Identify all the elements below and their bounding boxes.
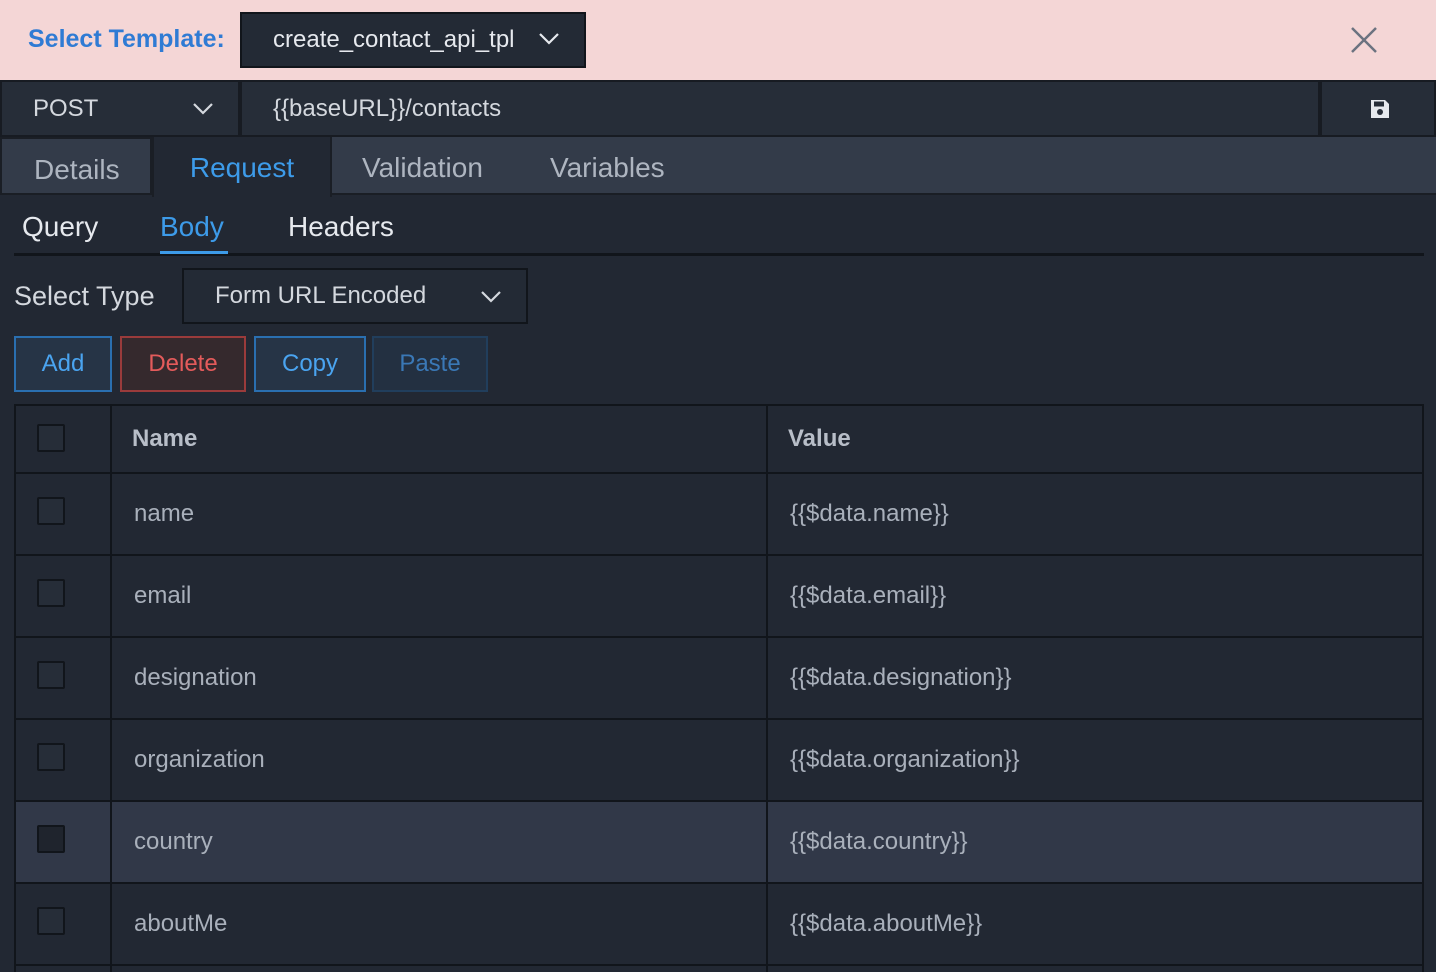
chevron-down-icon <box>193 103 213 115</box>
row-check-cell <box>16 556 112 636</box>
body-type-select[interactable]: Form URL Encoded <box>182 268 528 324</box>
tab-validation[interactable]: Validation <box>362 137 483 195</box>
row-name[interactable]: email <box>112 556 768 636</box>
paste-button[interactable]: Paste <box>372 336 488 392</box>
chevron-down-icon <box>481 291 501 303</box>
table-row[interactable]: email {{$data.email}} <box>16 556 1422 638</box>
row-name[interactable]: country <box>112 802 768 882</box>
column-header-name: Name <box>112 406 768 472</box>
row-checkbox[interactable] <box>37 497 65 525</box>
params-table: Name Value name {{$data.name}} email {{$… <box>14 404 1424 972</box>
row-check-cell <box>16 474 112 554</box>
row-checkbox[interactable] <box>37 579 65 607</box>
row-value[interactable]: {{$data.organization}} <box>768 720 1422 800</box>
tab-details[interactable]: Details <box>0 137 152 195</box>
close-icon[interactable] <box>1348 24 1380 56</box>
row-value[interactable]: {{$data.email}} <box>768 556 1422 636</box>
subtab-query[interactable]: Query <box>22 210 98 244</box>
copy-button[interactable]: Copy <box>254 336 366 392</box>
column-header-value: Value <box>788 425 851 452</box>
template-select-value: create_contact_api_tpl <box>273 26 515 53</box>
method-select[interactable]: POST <box>0 80 240 137</box>
save-button[interactable] <box>1320 80 1436 137</box>
row-value[interactable]: {{$data.aboutMe}} <box>768 884 1422 964</box>
row-check-cell <box>16 966 112 972</box>
select-all-checkbox[interactable] <box>37 424 65 452</box>
template-select[interactable]: create_contact_api_tpl <box>240 12 586 68</box>
save-icon <box>1371 100 1389 118</box>
select-type-label: Select Type <box>14 281 155 311</box>
header-check-cell <box>16 406 112 472</box>
main-tabs: Details Request Validation Variables <box>0 137 1436 197</box>
row-name-empty <box>112 966 768 972</box>
row-value[interactable]: {{$data.designation}} <box>768 638 1422 718</box>
table-row[interactable]: name {{$data.name}} <box>16 474 1422 556</box>
table-row-partial <box>16 966 1422 972</box>
method-value: POST <box>33 95 99 122</box>
row-value[interactable]: {{$data.name}} <box>768 474 1422 554</box>
row-name[interactable]: organization <box>112 720 768 800</box>
subtab-body[interactable]: Body <box>160 210 224 244</box>
row-name[interactable]: designation <box>112 638 768 718</box>
row-checkbox[interactable] <box>37 825 65 853</box>
table-row[interactable]: designation {{$data.designation}} <box>16 638 1422 720</box>
table-row[interactable]: aboutMe {{$data.aboutMe}} <box>16 884 1422 966</box>
delete-button[interactable]: Delete <box>120 336 246 392</box>
add-button[interactable]: Add <box>14 336 112 392</box>
table-row[interactable]: organization {{$data.organization}} <box>16 720 1422 802</box>
row-check-cell <box>16 720 112 800</box>
body-type-value: Form URL Encoded <box>215 282 427 309</box>
url-input[interactable]: {{baseURL}}/contacts <box>240 80 1320 137</box>
row-name[interactable]: name <box>112 474 768 554</box>
row-check-cell <box>16 802 112 882</box>
request-line: POST {{baseURL}}/contacts <box>0 80 1436 137</box>
table-header: Name Value <box>16 406 1422 474</box>
url-value: {{baseURL}}/contacts <box>273 95 502 122</box>
row-check-cell <box>16 884 112 964</box>
row-name[interactable]: aboutMe <box>112 884 768 964</box>
tab-variables[interactable]: Variables <box>550 137 665 195</box>
table-row-hovered[interactable]: country {{$data.country}} <box>16 802 1422 884</box>
row-checkbox[interactable] <box>37 743 65 771</box>
row-checkbox[interactable] <box>37 907 65 935</box>
row-checkbox[interactable] <box>37 661 65 689</box>
tab-request[interactable]: Request <box>152 137 332 197</box>
template-label: Select Template: <box>28 25 225 53</box>
subtab-headers[interactable]: Headers <box>288 210 394 244</box>
row-value[interactable]: {{$data.country}} <box>768 802 1422 882</box>
template-bar: Select Template: create_contact_api_tpl <box>0 0 1436 80</box>
subtab-active-indicator <box>160 251 228 254</box>
chevron-down-icon <box>539 33 559 45</box>
row-check-cell <box>16 638 112 718</box>
